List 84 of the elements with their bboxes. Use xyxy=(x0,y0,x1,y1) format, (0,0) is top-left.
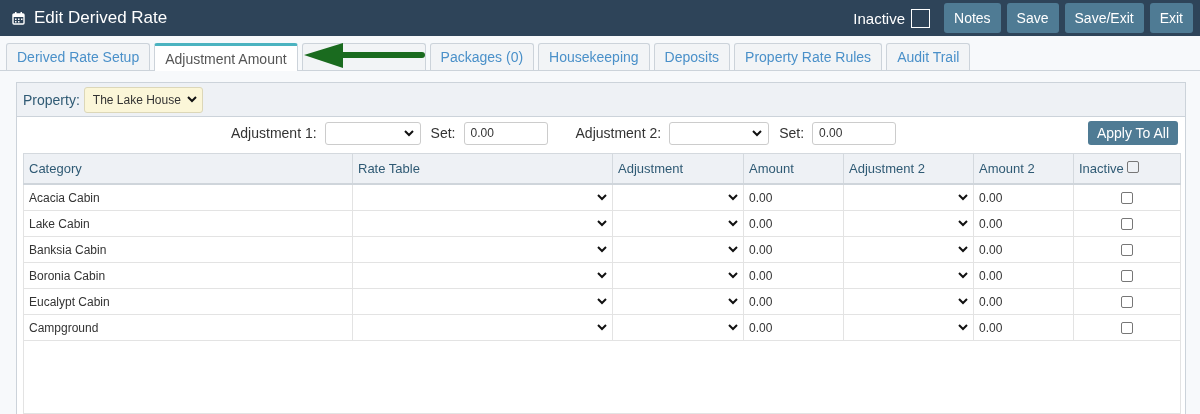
chevron-icon xyxy=(403,129,414,137)
amount-field[interactable]: 0.00 xyxy=(973,210,1074,237)
inactive-label: Inactive xyxy=(853,9,905,27)
header-button[interactable]: Notes xyxy=(944,3,1001,33)
header-button[interactable]: Exit xyxy=(1149,3,1193,33)
adjustment-select[interactable] xyxy=(843,184,974,211)
window-title: Edit Derived Rate xyxy=(34,8,169,28)
set-label: Set: xyxy=(430,125,456,141)
header-button[interactable]: Save/Exit xyxy=(1064,3,1144,33)
adjustment-label: Adjustment 2: xyxy=(575,125,662,141)
chevron-icon xyxy=(728,246,738,253)
table-cell: Campground xyxy=(23,314,353,341)
adjustment-select[interactable] xyxy=(669,121,770,145)
chevron-icon xyxy=(597,194,607,201)
chevron-icon xyxy=(958,246,968,253)
rate-table-select[interactable] xyxy=(352,236,613,263)
chevron-icon xyxy=(597,246,607,253)
table-cell: Banksia Cabin xyxy=(23,236,353,263)
chevron-icon xyxy=(728,194,738,201)
chevron-icon xyxy=(728,272,738,279)
set-field[interactable]: 0.00 xyxy=(463,121,548,145)
chevron-icon xyxy=(728,324,738,331)
column-header: Adjustment 2 xyxy=(843,153,974,184)
rate-table-select[interactable] xyxy=(352,288,613,315)
amount-field[interactable]: 0.00 xyxy=(743,236,844,263)
adjustment-label: Adjustment 1: xyxy=(231,125,317,141)
set-field[interactable]: 0.00 xyxy=(812,121,897,145)
amount-field[interactable]: 0.00 xyxy=(973,288,1074,315)
amount-field[interactable]: 0.00 xyxy=(743,210,844,237)
rate-table-select[interactable] xyxy=(352,210,613,237)
chevron-icon xyxy=(728,298,738,305)
chevron-icon xyxy=(597,298,607,305)
amount-field[interactable]: 0.00 xyxy=(743,184,844,211)
amount-field[interactable]: 0.00 xyxy=(973,236,1074,263)
chevron-icon xyxy=(958,272,968,279)
chevron-icon xyxy=(597,220,607,227)
chevron-icon xyxy=(597,272,607,279)
amount-field[interactable]: 0.00 xyxy=(743,314,844,341)
chevron-icon xyxy=(597,324,607,331)
column-header: Adjustment xyxy=(612,153,744,184)
table-cell: Acacia Cabin xyxy=(23,184,353,211)
chevron-icon xyxy=(752,129,763,137)
adjustment-select[interactable] xyxy=(612,288,744,315)
column-header: Inactive xyxy=(1079,161,1124,176)
chevron-icon xyxy=(728,220,738,227)
adjustment-select[interactable] xyxy=(843,288,974,315)
column-header: Amount 2 xyxy=(973,153,1074,184)
amount-field[interactable]: 0.00 xyxy=(743,262,844,289)
amount-field[interactable]: 0.00 xyxy=(743,288,844,315)
adjustment-select[interactable] xyxy=(843,262,974,289)
property-select[interactable]: The Lake House xyxy=(83,86,203,113)
adjustment-select[interactable] xyxy=(612,184,744,211)
tab[interactable]: Adjustment Amount xyxy=(154,43,298,71)
adjustment-select[interactable] xyxy=(612,262,744,289)
amount-field[interactable]: 0.00 xyxy=(973,184,1074,211)
select-all-checkbox[interactable] xyxy=(1127,161,1140,173)
chevron-icon xyxy=(958,220,968,227)
rate-table-select[interactable] xyxy=(352,314,613,341)
adjustment-select[interactable] xyxy=(843,314,974,341)
table-cell: Eucalypt Cabin xyxy=(23,288,353,315)
set-label: Set: xyxy=(779,125,805,141)
adjustment-select[interactable] xyxy=(843,210,974,237)
adjustment-select[interactable] xyxy=(324,121,421,145)
adjustment-select[interactable] xyxy=(612,314,744,341)
column-header: Category xyxy=(23,153,353,184)
adjustment-select[interactable] xyxy=(612,236,744,263)
column-header: Amount xyxy=(743,153,844,184)
calendar-icon xyxy=(12,11,25,25)
chevron-icon xyxy=(958,324,968,331)
table-cell: Lake Cabin xyxy=(23,210,353,237)
adjustment-select[interactable] xyxy=(612,210,744,237)
table-cell: Boronia Cabin xyxy=(23,262,353,289)
chevron-icon xyxy=(958,194,968,201)
property-label: Property: xyxy=(23,91,80,108)
apply-to-all-button[interactable]: Apply To All xyxy=(1087,121,1178,145)
header-button[interactable]: Save xyxy=(1006,3,1059,33)
rate-table-select[interactable] xyxy=(352,262,613,289)
column-header: Rate Table xyxy=(352,153,613,184)
amount-field[interactable]: 0.00 xyxy=(973,314,1074,341)
chevron-icon xyxy=(186,96,197,103)
adjustment-select[interactable] xyxy=(843,236,974,263)
amount-field[interactable]: 0.00 xyxy=(973,262,1074,289)
rate-table-select[interactable] xyxy=(352,184,613,211)
chevron-icon xyxy=(958,298,968,305)
